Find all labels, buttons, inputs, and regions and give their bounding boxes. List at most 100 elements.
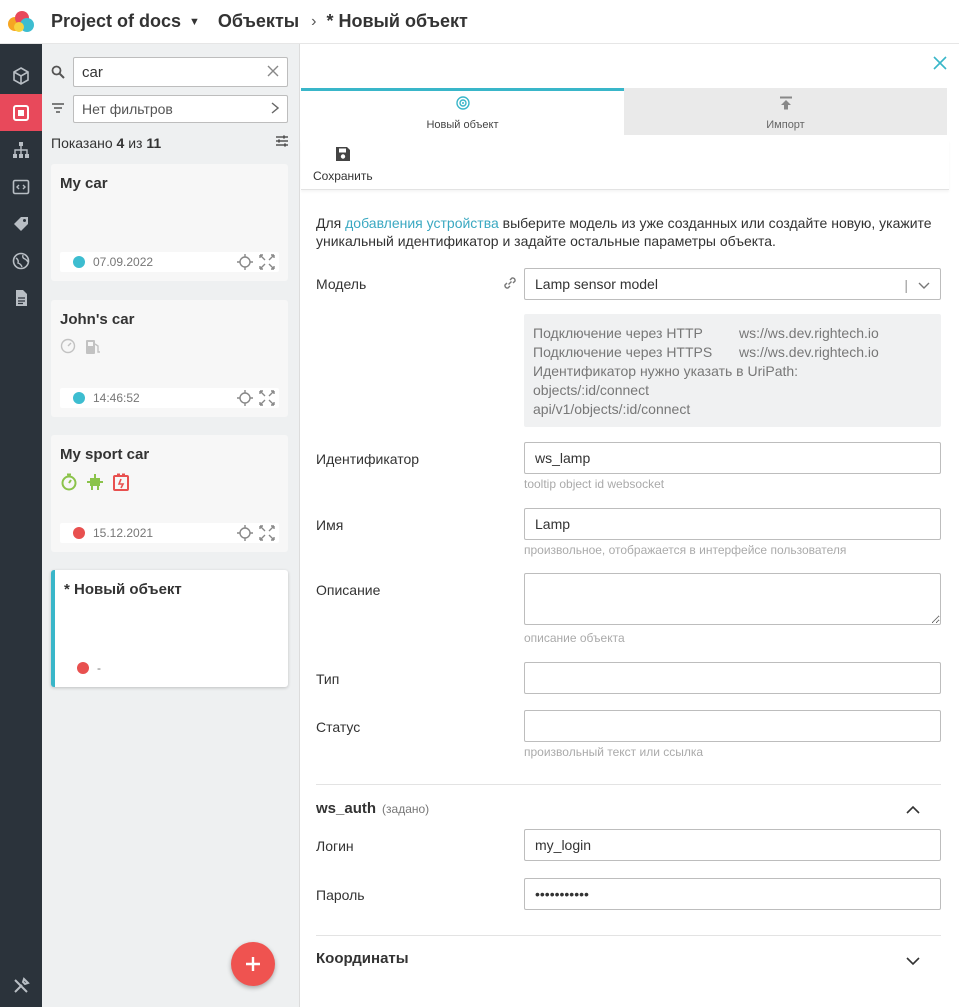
object-card-new[interactable]: * Новый объект - [51,570,288,687]
add-object-button[interactable] [231,942,275,986]
https-label: Подключение через HTTPS [533,344,713,360]
object-card-title: John's car [60,311,135,328]
object-card-indicators [60,338,102,359]
object-card-date: 07.09.2022 [93,255,154,269]
password-input[interactable]: ••••••••••• [524,878,941,910]
object-card-johns-car[interactable]: John's car 14:46:52 [51,300,288,417]
status-input[interactable] [524,710,941,742]
upload-icon [779,96,793,113]
filter-row: Нет фильтров [51,95,289,123]
target-icon [455,95,470,113]
close-icon[interactable] [933,56,947,73]
tab-import-label: Импорт [766,118,805,131]
model-select-value: Lamp sensor model [535,276,658,292]
nav-objects-icon[interactable] [0,94,42,131]
chevron-down-icon[interactable] [918,277,930,293]
chevron-down-icon[interactable] [906,953,920,969]
shown-total: 11 [146,134,162,151]
status-dot [73,392,85,404]
breadcrumb-objects[interactable]: Объекты [218,11,299,32]
nav-tag-icon[interactable] [0,205,42,242]
description-textarea[interactable] [524,573,941,625]
ws-auth-title: ws_auth [316,800,377,817]
model-select[interactable]: Lamp sensor model | [524,268,941,300]
top-bar: Project of docs ▼ Объекты › * Новый объе… [0,0,959,44]
coordinates-section-header[interactable]: Координаты [316,950,409,967]
section-divider [316,784,941,785]
sort-settings-icon[interactable] [275,134,289,151]
clear-search-icon[interactable] [267,64,279,81]
name-value: Lamp [535,516,571,532]
object-card-title: My sport car [60,446,150,463]
project-name[interactable]: Project of docs [51,11,181,32]
expand-icon[interactable] [259,254,275,273]
objects-list-panel: car Нет фильтров Показано 4 из 11 My car… [42,44,300,1007]
nav-models-icon[interactable] [0,57,42,94]
name-input[interactable]: Lamp [524,508,941,540]
filter-icon [51,101,73,117]
search-input[interactable]: car [73,57,288,87]
object-card-title: * Новый объект [64,581,182,598]
nav-code-icon[interactable] [0,168,42,205]
link-icon[interactable] [502,275,518,294]
tab-new-object[interactable]: Новый объект [301,88,624,135]
locate-icon[interactable] [237,390,253,409]
nav-hierarchy-icon[interactable] [0,131,42,168]
login-value: my_login [535,837,592,853]
type-input[interactable] [524,662,941,694]
object-card-title: My car [60,175,108,192]
name-label: Имя [316,517,344,533]
connection-info: Подключение через HTTP ws://ws.dev.righte… [524,314,941,427]
model-select-controls: | [904,277,930,293]
locate-icon[interactable] [237,254,253,273]
shown-prefix: Показано [51,134,113,151]
search-icon [51,65,73,79]
tab-new-object-label: Новый объект [426,118,499,131]
name-hint: произвольное, отображается в интерфейсе … [524,543,847,557]
section-divider [316,935,941,936]
save-button[interactable]: Сохранить [313,146,373,183]
shown-number: 4 [116,134,125,151]
nav-globe-icon[interactable] [0,242,42,279]
object-card-indicators [60,473,130,494]
object-card-footer: 14:46:52 [60,388,279,408]
http-value: ws://ws.dev.rightech.io [739,325,879,341]
identifier-hint: tooltip object id websocket [524,477,665,491]
fuel-icon [84,338,102,359]
expand-icon[interactable] [259,525,275,544]
locate-icon[interactable] [237,525,253,544]
status-hint: произвольный текст или ссылка [524,745,704,759]
project-caret-icon[interactable]: ▼ [189,16,200,28]
model-label: Модель [316,276,367,292]
identifier-value: ws_lamp [535,450,591,466]
expand-icon[interactable] [259,390,275,409]
filter-select[interactable]: Нет фильтров [73,95,288,123]
description-hint: описание объекта [524,631,625,645]
search-row: car [51,57,289,87]
object-card-my-car[interactable]: My car 07.09.2022 [51,164,288,281]
nav-tools-icon[interactable] [0,971,42,1001]
chevron-up-icon[interactable] [906,801,920,817]
search-input-value: car [82,63,103,81]
add-device-link[interactable]: добавления устройства [345,215,499,231]
login-input[interactable]: my_login [524,829,941,861]
object-card-footer: 07.09.2022 [60,252,279,272]
http-label: Подключение через HTTP [533,325,703,341]
object-form-panel: Новый объект Импорт Сохранить Для добавл… [301,44,959,1007]
ws-auth-status: (задано) [382,802,430,816]
uripath-1: objects/:id/connect [533,382,649,398]
password-value: ••••••••••• [535,886,589,902]
password-label: Пароль [316,887,365,903]
chevron-right-icon [271,101,280,117]
nav-document-icon[interactable] [0,279,42,316]
tab-import[interactable]: Импорт [624,88,947,135]
breadcrumb-separator-icon: › [311,12,317,30]
object-card-my-sport-car[interactable]: My sport car 15.12.2021 [51,435,288,552]
toolbar: Сохранить [301,140,949,190]
identifier-input[interactable]: ws_lamp [524,442,941,474]
ws-auth-section-header[interactable]: ws_auth (задано) [316,800,429,817]
shown-count: Показано 4 из 11 [51,134,289,151]
left-nav [0,44,42,1007]
shown-count-text: Показано 4 из 11 [51,135,161,151]
app-logo[interactable] [0,0,42,44]
